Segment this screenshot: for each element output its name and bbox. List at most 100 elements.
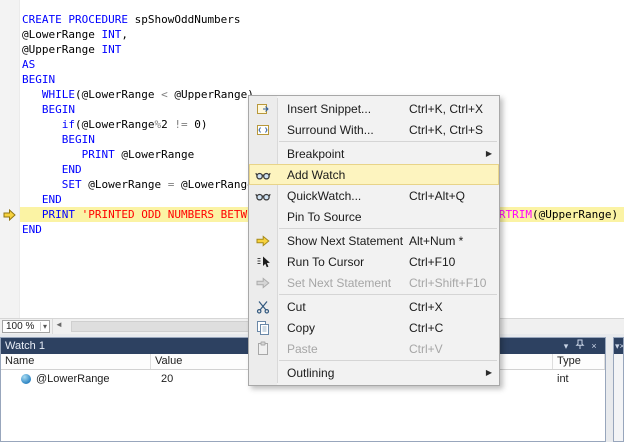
code-token: INT	[101, 28, 121, 41]
code-token: @UpperRange)	[168, 88, 254, 101]
code-token: AS	[22, 58, 35, 71]
code-token: @LowerRange	[82, 178, 168, 191]
menu-item-insert-snippet[interactable]: Insert Snippet... Ctrl+K, Ctrl+X	[249, 98, 499, 119]
gray-arrow-icon	[249, 275, 277, 291]
current-statement-arrow-icon	[3, 208, 16, 226]
menu-item-add-watch[interactable]: Add Watch	[249, 164, 499, 185]
menu-item-run-to-cursor[interactable]: Run To Cursor Ctrl+F10	[249, 251, 499, 272]
code-line[interactable]: @UpperRange INT	[0, 42, 624, 57]
menu-item-shortcut: Ctrl+C	[409, 321, 443, 335]
menu-item-label: Breakpoint	[287, 147, 344, 161]
close-icon[interactable]: ×	[620, 341, 624, 351]
watch-type-cell: int	[553, 370, 605, 387]
column-header-name[interactable]: Name	[1, 354, 151, 369]
code-token: (@LowerRange	[75, 88, 161, 101]
code-token: SET	[22, 178, 82, 191]
context-menu-items: Insert Snippet... Ctrl+K, Ctrl+X Surround …	[249, 98, 499, 383]
menu-item-label: Paste	[287, 342, 318, 356]
watch-name-cell[interactable]: @LowerRange	[1, 370, 151, 387]
code-line[interactable]: AS	[0, 57, 624, 72]
menu-item-shortcut: Ctrl+Shift+F10	[409, 276, 486, 290]
column-header-type[interactable]: Type	[553, 354, 605, 369]
code-token: END	[22, 163, 82, 176]
menu-item-show-next-statement[interactable]: Show Next StatementAlt+Num *	[249, 230, 499, 251]
menu-item-label: Outlining	[287, 366, 334, 380]
menu-item-paste[interactable]: Paste Ctrl+V	[249, 338, 499, 359]
code-token: !=	[174, 118, 187, 131]
menu-separator	[279, 360, 497, 361]
window-position-icon[interactable]: ▾	[559, 339, 573, 353]
menu-item-set-next-statement[interactable]: Set Next Statement Ctrl+Shift+F10	[249, 272, 499, 293]
menu-item-label: Pin To Source	[287, 210, 362, 224]
code-token: PRINT	[22, 148, 115, 161]
menu-item-outlining[interactable]: Outlining ▶	[249, 362, 499, 383]
chevron-down-icon[interactable]: ▾	[40, 322, 49, 331]
menu-item-surround-with[interactable]: Surround With...Ctrl+K, Ctrl+S	[249, 119, 499, 140]
adjacent-tool-window-titlebar[interactable]: ▾ ×	[614, 338, 623, 354]
yellow-arrow-icon	[249, 233, 277, 249]
menu-item-breakpoint[interactable]: Breakpoint ▶	[249, 143, 499, 164]
copy-icon	[249, 320, 277, 336]
code-token: <	[161, 88, 168, 101]
menu-item-pin-to-source[interactable]: Pin To Source	[249, 206, 499, 227]
code-line[interactable]: CREATE PROCEDURE spShowOddNumbers	[0, 12, 624, 27]
code-token: 0)	[188, 118, 208, 131]
code-token: RTRIM	[499, 208, 532, 221]
code-token: CREATE PROCEDURE	[22, 13, 128, 26]
code-line[interactable]: BEGIN	[0, 72, 624, 87]
submenu-arrow-icon: ▶	[486, 368, 492, 377]
pin-icon[interactable]	[573, 339, 587, 354]
watch-variable-name: @LowerRange	[36, 373, 110, 385]
menu-item-label: Add Watch	[287, 168, 345, 182]
menu-item-shortcut: Ctrl+F10	[409, 255, 455, 269]
code-token: PRINT	[22, 208, 75, 221]
insert-snippet-icon	[249, 101, 277, 117]
menu-item-shortcut: Ctrl+V	[409, 342, 443, 356]
zoom-control[interactable]: 100 % ▾	[2, 320, 50, 333]
menu-item-label: Surround With...	[287, 123, 374, 137]
menu-item-label: Set Next Statement	[287, 276, 391, 290]
glasses-icon	[249, 167, 277, 183]
menu-item-quickwatch[interactable]: QuickWatch... Ctrl+Alt+Q	[249, 185, 499, 206]
code-token: END	[22, 223, 42, 236]
adjacent-tool-window: ▾ ×	[613, 337, 624, 442]
menu-item-shortcut: Ctrl+Alt+Q	[409, 189, 465, 203]
code-token: INT	[101, 43, 121, 56]
menu-separator	[279, 294, 497, 295]
menu-separator	[279, 228, 497, 229]
editor-indicator-margin[interactable]	[0, 0, 20, 318]
variable-icon	[21, 374, 31, 384]
code-token	[22, 88, 42, 101]
close-icon[interactable]: ×	[587, 339, 601, 353]
code-token: (@UpperRange)	[532, 208, 618, 221]
code-token: @LowerRange	[115, 148, 194, 161]
code-token: spShowOddNumbers	[128, 13, 241, 26]
menu-item-label: QuickWatch...	[287, 189, 361, 203]
code-token: @LowerRange	[22, 28, 101, 41]
code-token: END	[22, 193, 62, 206]
menu-item-label: Cut	[287, 300, 306, 314]
code-token: ,	[121, 28, 128, 41]
zoom-level: 100 %	[3, 321, 40, 332]
context-menu: Insert Snippet... Ctrl+K, Ctrl+X Surround …	[248, 95, 500, 386]
menu-item-shortcut: Ctrl+K, Ctrl+X	[409, 102, 483, 116]
code-token: @UpperRange	[22, 43, 101, 56]
code-token: 2	[161, 118, 174, 131]
menu-item-cut[interactable]: Cut Ctrl+X	[249, 296, 499, 317]
submenu-arrow-icon: ▶	[486, 149, 492, 158]
menu-item-label: Run To Cursor	[287, 255, 364, 269]
menu-item-label: Copy	[287, 321, 315, 335]
menu-item-copy[interactable]: Copy Ctrl+C	[249, 317, 499, 338]
code-token	[22, 118, 62, 131]
menu-item-shortcut: Ctrl+X	[409, 300, 443, 314]
surround-with-icon	[249, 122, 277, 138]
scroll-left-arrow-icon[interactable]: ◄	[55, 320, 63, 329]
code-token: WHILE	[42, 88, 75, 101]
code-token: if	[62, 118, 75, 131]
code-token: BEGIN	[22, 73, 55, 86]
code-line[interactable]: @LowerRange INT,	[0, 27, 624, 42]
menu-item-label: Insert Snippet...	[287, 102, 371, 116]
scissors-icon	[249, 299, 277, 315]
menu-item-shortcut: Alt+Num *	[409, 234, 463, 248]
code-token: BEGIN	[22, 133, 95, 146]
